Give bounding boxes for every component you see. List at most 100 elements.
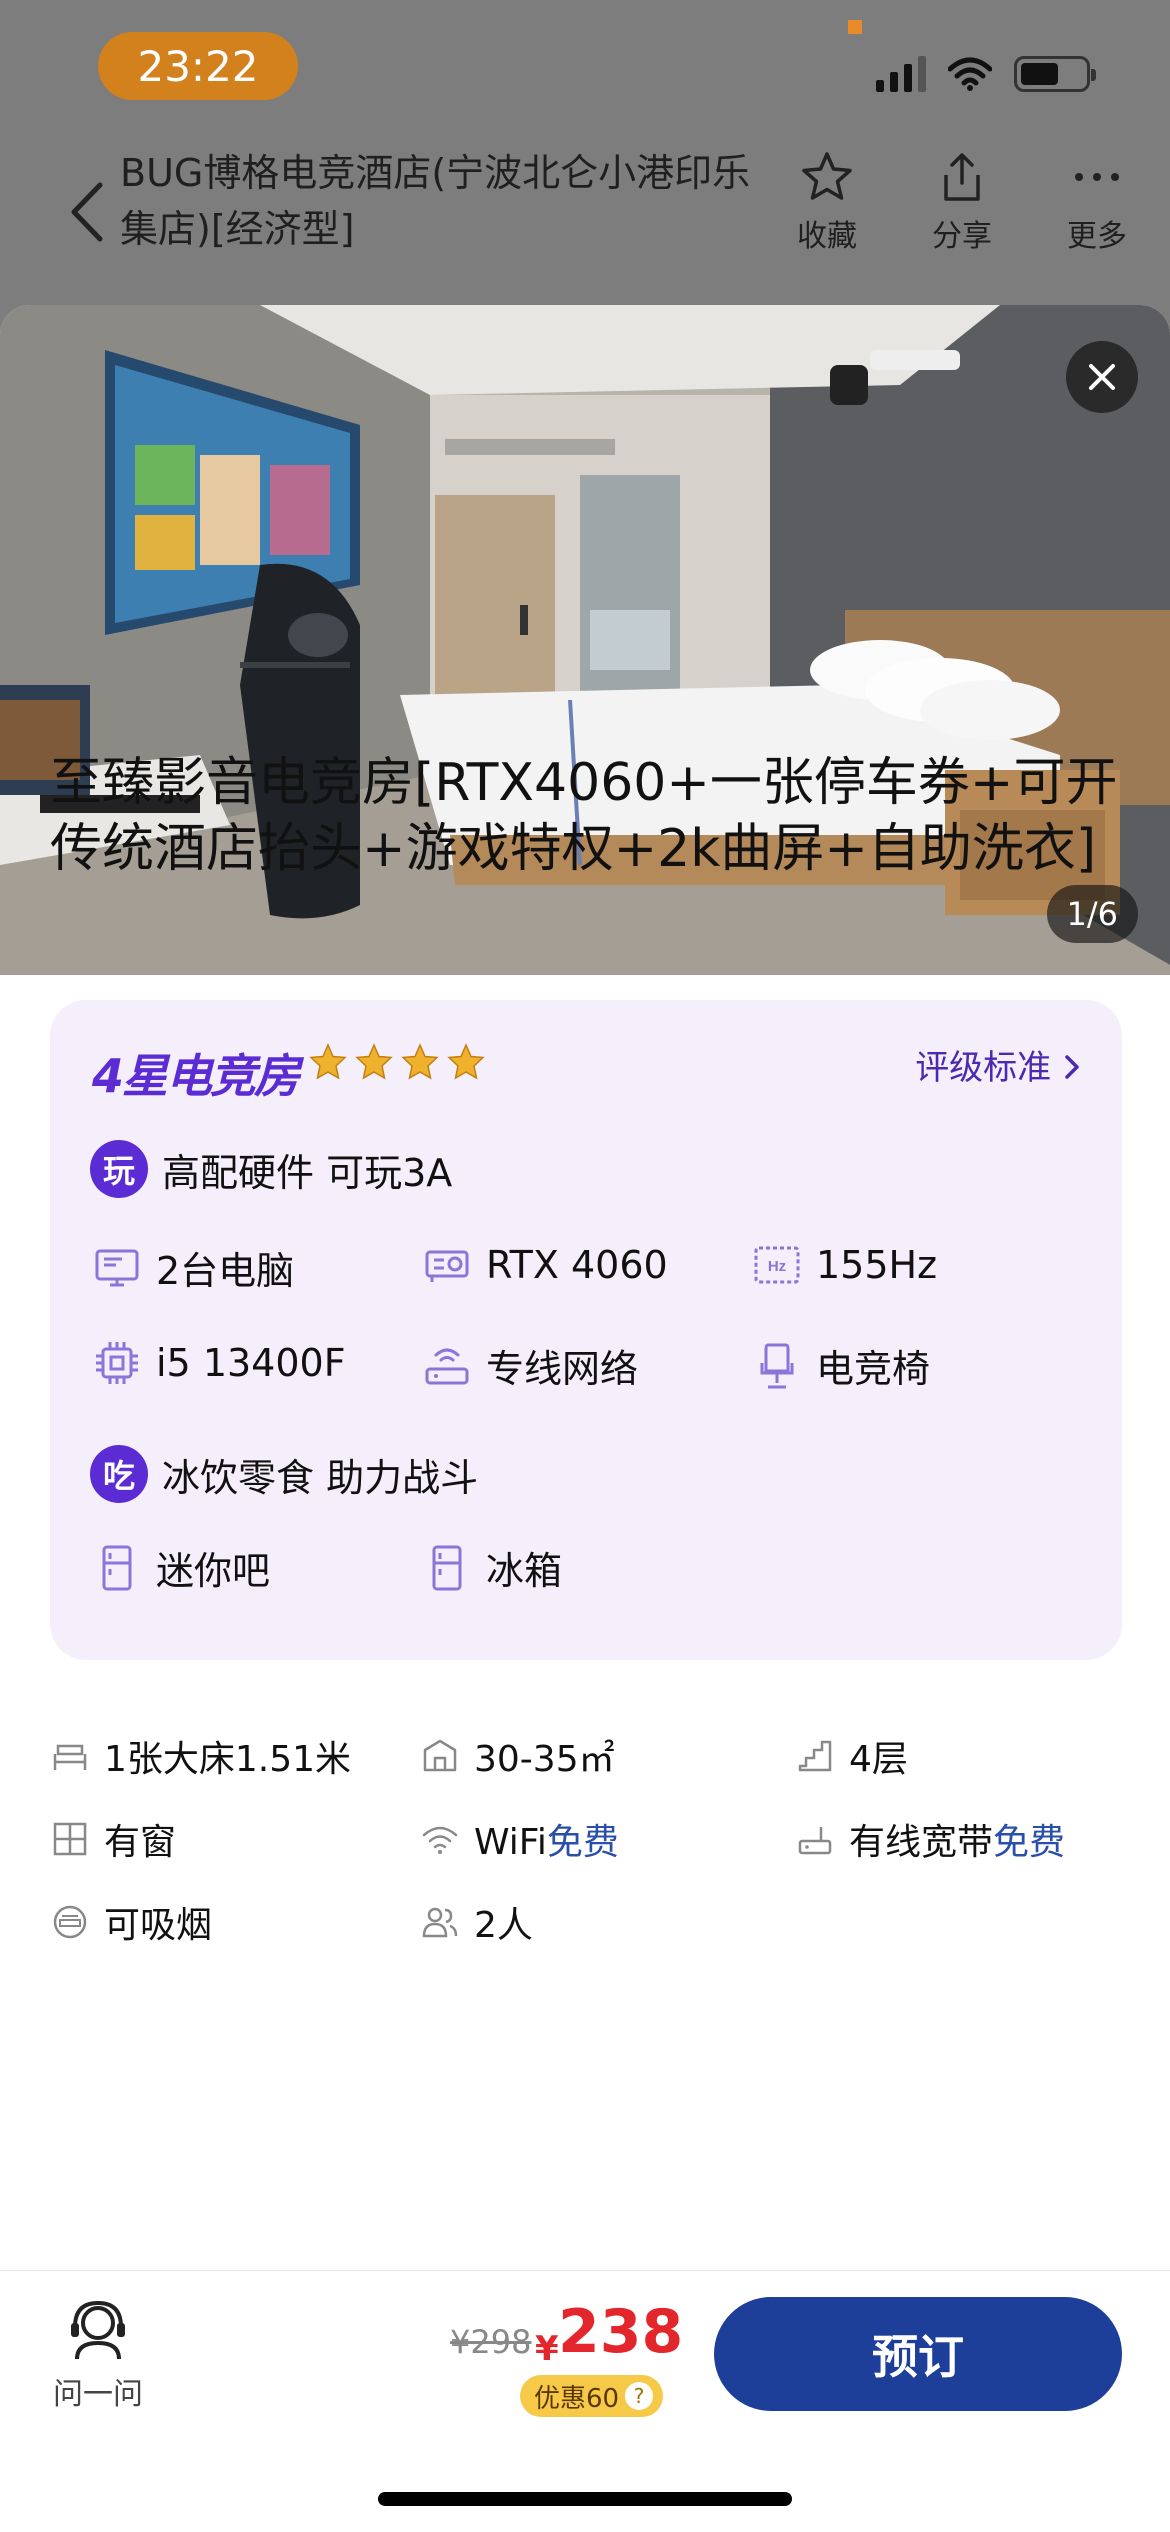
spec-item: WiFi免费 xyxy=(420,1813,619,1865)
current-price: 238 xyxy=(558,2297,684,2367)
ask-label: 问一问 xyxy=(53,2377,143,2412)
status-time: 23:22 xyxy=(98,32,298,100)
feature-label: 155Hz xyxy=(816,1243,938,1287)
ethernet-icon xyxy=(798,1827,832,1855)
book-button[interactable]: 预订 xyxy=(714,2297,1122,2411)
more-label: 更多 xyxy=(1067,219,1127,254)
spec-item: 4层 xyxy=(795,1730,908,1782)
food-section-title: 冰饮零食 助力战斗 xyxy=(162,1455,479,1500)
feature-label: 2台电脑 xyxy=(156,1249,295,1293)
spec-item: 1张大床1.51米 xyxy=(50,1730,351,1782)
gaming-chair-icon xyxy=(760,1343,794,1388)
hotel-header: BUG博格电竞酒店(宁波北仑小港印乐集店)[经济型] 收藏 分享 更多 xyxy=(0,135,1170,295)
ask-button[interactable]: 问一问 xyxy=(48,2297,148,2413)
star-rating-icon xyxy=(447,1043,485,1080)
cellular-signal-icon xyxy=(876,56,926,92)
feature-item: 冰箱 xyxy=(422,1540,562,1595)
esports-grade-card: 4星电竞房 评级标准 玩 高配硬件 可玩3A 2台电脑 RTX 4060 Hz … xyxy=(50,1000,1122,1660)
recording-indicator xyxy=(848,20,862,34)
feature-item: RTX 4060 xyxy=(422,1240,668,1290)
area-icon xyxy=(423,1739,457,1772)
bed-icon xyxy=(53,1744,87,1770)
grade-stars xyxy=(308,1042,486,1082)
feature-item: 迷你吧 xyxy=(92,1540,270,1595)
more-icon xyxy=(1075,173,1119,181)
hotel-title: BUG博格电竞酒店(宁波北仑小港印乐集店)[经济型] xyxy=(120,151,751,251)
free-tag: 免费 xyxy=(993,1822,1066,1863)
share-label: 分享 xyxy=(932,219,992,254)
rating-standard-label: 评级标准 xyxy=(915,1048,1052,1088)
feature-label: i5 13400F xyxy=(156,1341,346,1385)
spec-item: 有线宽带免费 xyxy=(795,1813,1065,1865)
food-section-header: 吃 冰饮零食 助力战斗 xyxy=(90,1445,478,1503)
wifi-icon xyxy=(422,1826,458,1854)
share-button[interactable]: 分享 xyxy=(912,149,1012,255)
feature-label: 冰箱 xyxy=(486,1549,563,1593)
cpu-icon xyxy=(96,1342,138,1384)
feature-item: i5 13400F xyxy=(92,1338,346,1388)
background-page: 23:22 BUG博格电竞酒店(宁波北仑小港印乐集店)[经济型] 收藏 分享 更… xyxy=(0,0,1170,330)
spec-label: 1张大床1.51米 xyxy=(104,1739,352,1780)
spec-label: 2人 xyxy=(474,1905,533,1946)
favorite-button[interactable]: 收藏 xyxy=(777,149,877,255)
close-icon xyxy=(1089,364,1115,390)
star-icon xyxy=(802,152,852,200)
spec-item: 可吸烟 xyxy=(50,1896,212,1948)
close-button[interactable] xyxy=(1066,341,1138,413)
guests-icon xyxy=(422,1907,458,1938)
favorite-label: 收藏 xyxy=(797,219,857,254)
spec-item: 30-35㎡ xyxy=(420,1730,615,1782)
feature-item: Hz 155Hz xyxy=(752,1240,937,1290)
play-section-title: 高配硬件 可玩3A xyxy=(162,1150,453,1195)
floor-icon xyxy=(798,1740,832,1772)
discount-label: 优惠60 xyxy=(534,2383,620,2414)
star-rating-icon xyxy=(401,1043,439,1080)
original-price: ¥298 xyxy=(450,2323,532,2361)
room-title: 至臻影音电竞房[RTX4060+一张停车券+可开传统酒店抬头+游戏特权+2k曲屏… xyxy=(50,753,1118,879)
refresh-rate-icon: Hz xyxy=(754,1246,800,1284)
feature-label: 专线网络 xyxy=(486,1347,639,1391)
share-icon xyxy=(944,153,980,201)
play-badge: 玩 xyxy=(90,1140,148,1198)
status-icons xyxy=(876,56,1096,92)
back-arrow-icon[interactable] xyxy=(64,177,112,247)
free-tag: 免费 xyxy=(546,1822,619,1863)
more-button[interactable]: 更多 xyxy=(1047,149,1147,255)
rating-standard-link[interactable]: 评级标准 xyxy=(915,1040,1082,1089)
wifi-status-icon xyxy=(948,57,992,91)
status-bar: 23:22 xyxy=(0,0,1170,135)
feature-label: 迷你吧 xyxy=(156,1549,271,1593)
feature-label: RTX 4060 xyxy=(486,1243,668,1287)
battery-icon xyxy=(1014,56,1096,92)
feature-item: 专线网络 xyxy=(422,1338,638,1393)
food-badge: 吃 xyxy=(90,1445,148,1503)
play-section-header: 玩 高配硬件 可玩3A xyxy=(90,1140,452,1198)
feature-label: 电竞椅 xyxy=(816,1347,931,1391)
discount-badge[interactable]: 优惠60 ? xyxy=(520,2375,664,2417)
fridge-icon xyxy=(432,1545,462,1590)
spec-label: 30-35㎡ xyxy=(474,1739,615,1780)
help-icon: ? xyxy=(625,2382,654,2410)
gpu-icon xyxy=(425,1250,469,1282)
minibar-icon xyxy=(102,1545,132,1590)
star-rating-icon xyxy=(355,1043,393,1080)
spec-label: 有线宽带 xyxy=(849,1822,994,1863)
esports-grade: 4星电竞房 xyxy=(92,1049,300,1103)
price-currency: ¥ xyxy=(535,2329,559,2369)
customer-service-icon xyxy=(71,2300,125,2360)
feature-item: 2台电脑 xyxy=(92,1240,294,1295)
spec-item: 有窗 xyxy=(50,1813,176,1865)
star-rating-icon xyxy=(309,1043,347,1080)
spec-label: 可吸烟 xyxy=(104,1905,213,1946)
home-indicator xyxy=(378,2492,792,2506)
router-icon xyxy=(425,1348,469,1384)
spec-label: WiFi xyxy=(474,1822,547,1863)
photo-counter: 1/6 xyxy=(1046,885,1138,943)
room-detail-sheet: 1/6 至臻影音电竞房[RTX4060+一张停车券+可开传统酒店抬头+游戏特权+… xyxy=(0,305,1170,2532)
spec-label: 有窗 xyxy=(104,1822,177,1863)
monitor-icon xyxy=(95,1249,139,1286)
window-icon xyxy=(53,1822,87,1856)
svg-text:Hz: Hz xyxy=(768,1258,786,1275)
spec-item: 2人 xyxy=(420,1896,533,1948)
feature-item: 电竞椅 xyxy=(752,1338,930,1393)
